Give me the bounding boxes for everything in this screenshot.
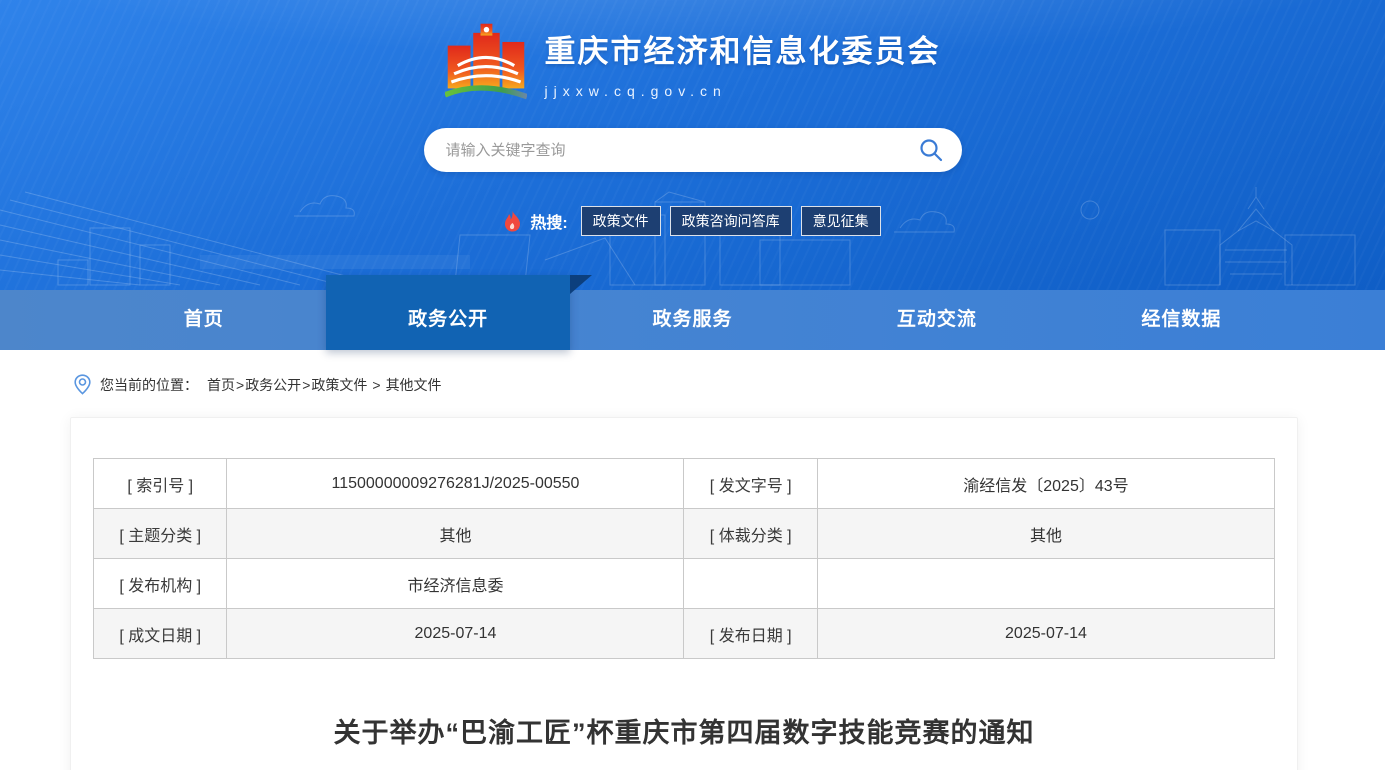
- breadcrumb-prefix: 您当前的位置：: [100, 376, 198, 393]
- site-url: jjxxw.cq.gov.cn: [544, 83, 727, 99]
- breadcrumb-separator: >: [372, 376, 381, 393]
- nav-tab-data[interactable]: 经信数据: [1059, 290, 1303, 350]
- breadcrumb-item-current[interactable]: 其他文件: [386, 377, 442, 393]
- hot-search-row: 热搜: 政策文件 政策咨询问答库 意见征集: [0, 206, 1385, 236]
- main-nav: 首页 政务公开 政务服务 互动交流 经信数据: [0, 275, 1385, 350]
- search-input[interactable]: [445, 141, 918, 159]
- meta-label-publish-date: [ 发布日期 ]: [683, 608, 818, 659]
- site-banner: 重庆市经济和信息化委员会 jjxxw.cq.gov.cn 热搜: 政策文件 政策…: [0, 0, 1385, 290]
- breadcrumb-item-gov-open[interactable]: 政务公开: [245, 377, 301, 393]
- meta-value-index-number: 11500000009276281J/2025-00550: [226, 458, 685, 509]
- breadcrumb-separator: >: [236, 376, 245, 393]
- meta-value-genre-category: 其他: [816, 508, 1276, 559]
- breadcrumb-separator: >: [302, 376, 311, 393]
- nav-tab-gov-service[interactable]: 政务服务: [570, 290, 814, 350]
- meta-label-genre-category: [ 体裁分类 ]: [683, 508, 818, 559]
- meta-label-topic-category: [ 主题分类 ]: [92, 508, 228, 559]
- table-row: [ 发布机构 ] 市经济信息委: [92, 558, 1276, 609]
- site-logo-icon: [444, 23, 527, 100]
- site-title: 重庆市经济和信息化委员会: [544, 34, 941, 69]
- meta-label-empty: [683, 558, 818, 609]
- hot-search-label: 热搜:: [530, 215, 568, 232]
- search-button[interactable]: [918, 137, 944, 163]
- search-row: [0, 128, 1385, 172]
- breadcrumb-path: 首页>政务公开>政策文件 > 其他文件: [207, 375, 442, 395]
- nav-tab-interaction[interactable]: 互动交流: [815, 290, 1059, 350]
- hot-search-item-policy-qa[interactable]: 政策咨询问答库: [669, 206, 792, 236]
- meta-value-publish-date: 2025-07-14: [816, 608, 1276, 659]
- table-row: [ 主题分类 ] 其他 [ 体裁分类 ] 其他: [92, 508, 1276, 559]
- meta-value-written-date: 2025-07-14: [226, 608, 685, 659]
- meta-value-topic-category: 其他: [226, 508, 685, 559]
- breadcrumb-item-policy-files[interactable]: 政策文件: [311, 377, 367, 393]
- search-icon: [919, 139, 942, 162]
- flame-icon: [505, 210, 521, 231]
- nav-tab-gov-open[interactable]: 政务公开: [325, 275, 593, 350]
- nav-tab-home[interactable]: 首页: [82, 290, 326, 350]
- search-box[interactable]: [423, 128, 962, 172]
- hot-search-item-opinion[interactable]: 意见征集: [800, 206, 881, 236]
- table-row: [ 成文日期 ] 2025-07-14 [ 发布日期 ] 2025-07-14: [92, 608, 1276, 659]
- document-card: [ 索引号 ] 11500000009276281J/2025-00550 [ …: [70, 417, 1298, 770]
- hot-search-item-policy-files[interactable]: 政策文件: [580, 206, 661, 236]
- breadcrumb-item-home[interactable]: 首页: [207, 377, 235, 393]
- nav-tabs: 首页 政务公开 政务服务 互动交流 经信数据: [82, 275, 1304, 350]
- meta-value-issuing-agency: 市经济信息委: [226, 558, 685, 609]
- meta-label-written-date: [ 成文日期 ]: [92, 608, 228, 659]
- table-row: [ 索引号 ] 11500000009276281J/2025-00550 [ …: [92, 458, 1276, 509]
- meta-value-empty: [816, 558, 1276, 609]
- document-metadata-table: [ 索引号 ] 11500000009276281J/2025-00550 [ …: [92, 458, 1276, 659]
- site-header: 重庆市经济和信息化委员会 jjxxw.cq.gov.cn: [0, 0, 1385, 104]
- article-title: 关于举办“巴渝工匠”杯重庆市第四届数字技能竞赛的通知: [333, 718, 1035, 748]
- site-brand-text: 重庆市经济和信息化委员会 jjxxw.cq.gov.cn: [545, 20, 941, 99]
- breadcrumb: 您当前的位置： 首页>政务公开>政策文件 > 其他文件: [0, 350, 1385, 417]
- meta-label-doc-number: [ 发文字号 ]: [683, 458, 818, 509]
- meta-label-issuing-agency: [ 发布机构 ]: [92, 558, 228, 609]
- location-pin-icon: [74, 374, 91, 395]
- meta-label-index-number: [ 索引号 ]: [92, 458, 228, 509]
- meta-value-doc-number: 渝经信发〔2025〕43号: [816, 458, 1276, 509]
